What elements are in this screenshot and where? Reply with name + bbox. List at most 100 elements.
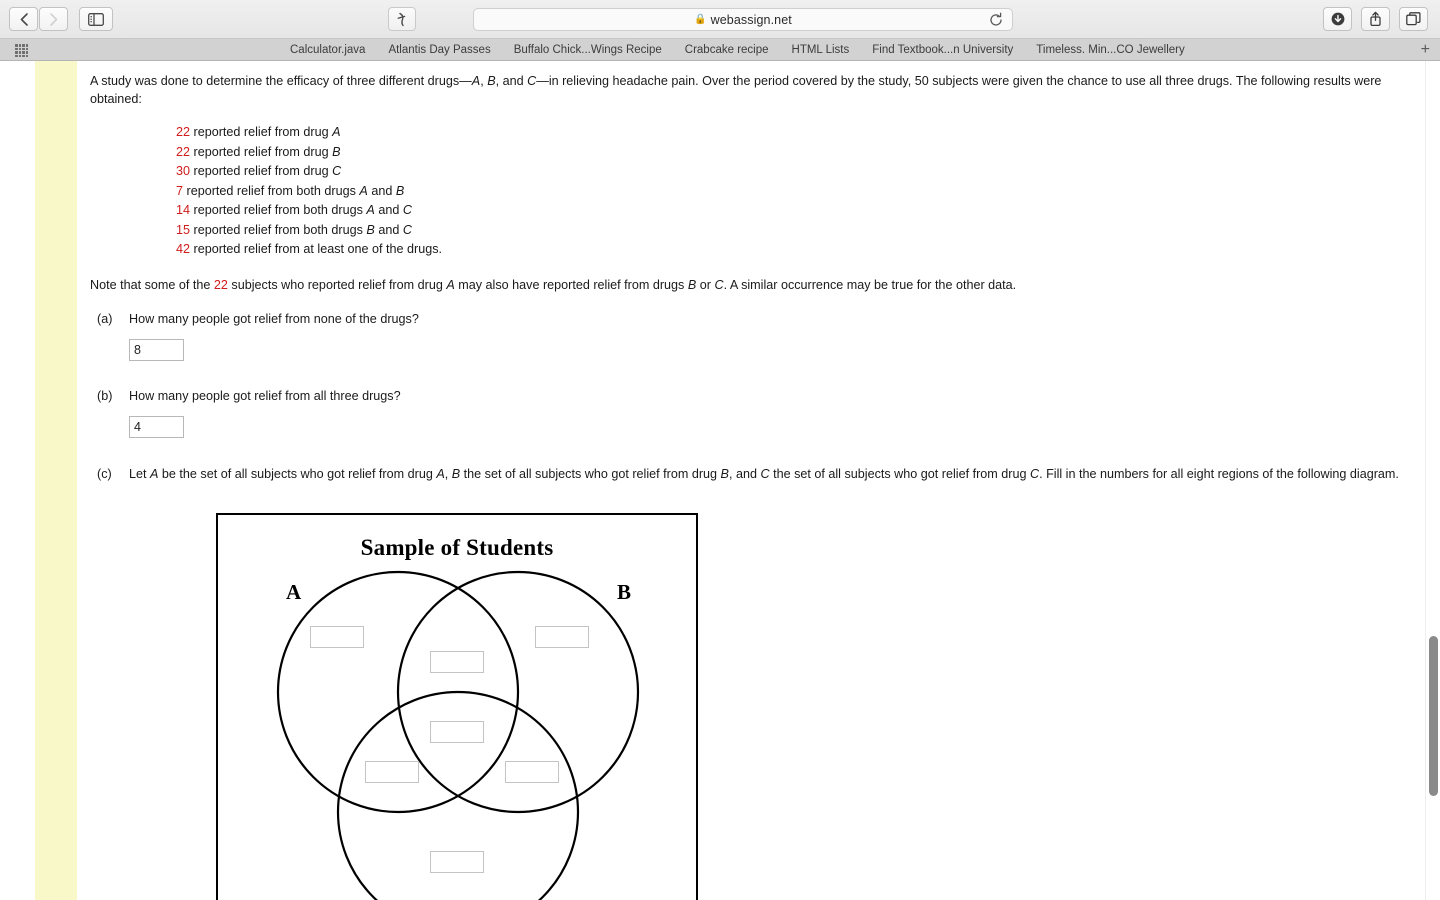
question-content: A study was done to determine the effica… <box>90 61 1420 900</box>
forward-button[interactable] <box>39 7 68 31</box>
extension-button[interactable] <box>388 7 416 31</box>
note-text-5: . A similar occurrence may be true for t… <box>723 277 1017 292</box>
result-text: reported relief from both drugs <box>193 203 367 218</box>
downloads-button[interactable] <box>1323 7 1352 31</box>
qc-set-c: C <box>760 466 770 481</box>
set-a-italic: A <box>471 74 481 88</box>
bookmark-item[interactable]: Find Textbook...n University <box>872 44 1013 56</box>
venn-input-a-b-c[interactable] <box>430 720 484 743</box>
venn-diagram: Sample of Students A B <box>216 512 698 900</box>
result-count: 15 <box>176 222 191 237</box>
intro-sep-2: , and <box>495 74 528 88</box>
venn-input-b-only[interactable] <box>535 625 589 648</box>
result-count: 42 <box>176 242 191 257</box>
venn-input-a-and-c[interactable] <box>365 760 419 783</box>
answer-input-b[interactable] <box>129 415 184 438</box>
answer-input-a[interactable] <box>129 338 184 361</box>
result-count: 22 <box>176 144 191 159</box>
result-line: 14 reported relief from both drugs A and… <box>176 201 1420 221</box>
bookmark-item[interactable]: Calculator.java <box>290 44 365 56</box>
url-text: webassign.net <box>710 12 792 27</box>
toolbar-actions <box>1323 7 1428 31</box>
tab-overview-button[interactable] <box>1399 7 1428 31</box>
venn-label-b: B <box>617 579 632 604</box>
note-text-1: Note that some of the <box>90 277 214 292</box>
result-line: 7 reported relief from both drugs A and … <box>176 182 1420 202</box>
result-line: 22 reported relief from drug B <box>176 143 1420 163</box>
question-b-body: How many people got relief from all thre… <box>129 387 1420 438</box>
result-set: A <box>366 203 375 218</box>
share-button[interactable] <box>1361 7 1390 31</box>
result-text: reported relief from drug <box>193 164 333 179</box>
qc-text-7: . Fill in the numbers for all eight regi… <box>1039 466 1399 481</box>
result-text: reported relief from drug <box>193 125 333 139</box>
venn-input-a-and-b[interactable] <box>430 650 484 673</box>
qc-text-2: be the set of all subjects who got relie… <box>158 466 437 481</box>
result-text: reported relief from both drugs <box>186 183 360 198</box>
venn-label-a: A <box>286 579 302 604</box>
note-set-a: A <box>446 277 455 292</box>
navigation-buttons <box>9 7 113 31</box>
bookmark-item[interactable]: HTML Lists <box>792 44 850 56</box>
bookmark-item[interactable]: Timeless. Min...CO Jewellery <box>1036 44 1184 56</box>
intro-paragraph: A study was done to determine the effica… <box>90 72 1398 108</box>
note-text-4: or <box>696 277 715 292</box>
result-line: 15 reported relief from both drugs B and… <box>176 221 1420 241</box>
result-count: 22 <box>176 125 191 139</box>
result-count: 14 <box>176 203 191 218</box>
result-count: 7 <box>176 183 184 198</box>
qc-set-b: B <box>451 466 461 481</box>
intro-text-1: A study was done to determine the effica… <box>90 74 472 88</box>
venn-input-b-and-c[interactable] <box>505 760 559 783</box>
note-paragraph: Note that some of the 22 subjects who re… <box>90 276 1420 294</box>
back-button[interactable] <box>9 7 38 31</box>
note-set-b: B <box>687 277 697 292</box>
result-text: reported relief from at least one of the… <box>193 242 443 257</box>
result-line: 42 reported relief from at least one of … <box>176 240 1420 260</box>
note-number: 22 <box>213 277 228 292</box>
result-set: C <box>332 164 342 179</box>
result-text: reported relief from drug <box>193 144 333 159</box>
scrollbar-thumb[interactable] <box>1429 636 1438 796</box>
new-tab-button[interactable]: + <box>1421 42 1430 58</box>
sidebar-toggle-icon <box>88 12 104 26</box>
reload-icon[interactable] <box>988 12 1004 28</box>
result-set: B <box>332 144 341 159</box>
note-set-c: C <box>714 277 724 292</box>
qc-set-b2: B <box>720 466 729 481</box>
chevron-right-icon <box>49 12 57 26</box>
bookmark-item[interactable]: Atlantis Day Passes <box>388 44 490 56</box>
browser-toolbar: 🔒 webassign.net <box>0 0 1440 39</box>
page-scrollbar[interactable] <box>1425 61 1440 900</box>
question-a-text: How many people got relief from none of … <box>129 311 419 326</box>
address-bar[interactable]: 🔒 webassign.net <box>473 8 1013 31</box>
result-set: A <box>359 183 368 198</box>
venn-circles <box>276 570 640 900</box>
venn-input-c-only[interactable] <box>430 850 484 873</box>
results-list: 22 reported relief from drug A 22 report… <box>176 123 1420 260</box>
set-c-italic: C <box>527 74 537 88</box>
browser-window: 🔒 webassign.net Calculator.java Atlantis… <box>0 0 1440 900</box>
extension-icon <box>397 12 405 26</box>
venn-input-a-only[interactable] <box>310 625 364 648</box>
note-text-3: may also have reported relief from drugs <box>454 277 688 292</box>
result-set-2: B <box>395 183 405 198</box>
question-a-body: How many people got relief from none of … <box>129 310 1420 361</box>
lock-icon: 🔒 <box>694 14 707 25</box>
bookmarks-bar: Calculator.java Atlantis Day Passes Buff… <box>0 39 1440 61</box>
result-text: reported relief from both drugs <box>193 222 367 237</box>
qc-text-6: the set of all subjects who got relief f… <box>769 466 1030 481</box>
bookmark-item[interactable]: Buffalo Chick...Wings Recipe <box>514 44 662 56</box>
qc-text-3: , <box>444 466 452 481</box>
bookmark-item[interactable]: Crabcake recipe <box>685 44 769 56</box>
download-icon <box>1331 12 1344 26</box>
apps-grid-icon[interactable] <box>15 44 28 57</box>
bookmark-list: Calculator.java Atlantis Day Passes Buff… <box>290 44 1185 56</box>
highlight-strip <box>35 61 77 900</box>
result-set-2: C <box>402 222 412 237</box>
result-count: 30 <box>176 164 191 179</box>
qc-set-c2: C <box>1029 466 1040 481</box>
sidebar-toggle-button[interactable] <box>79 7 113 31</box>
question-c: (c) Let A be the set of all subjects who… <box>90 465 1420 900</box>
question-b-label: (b) <box>97 388 113 403</box>
